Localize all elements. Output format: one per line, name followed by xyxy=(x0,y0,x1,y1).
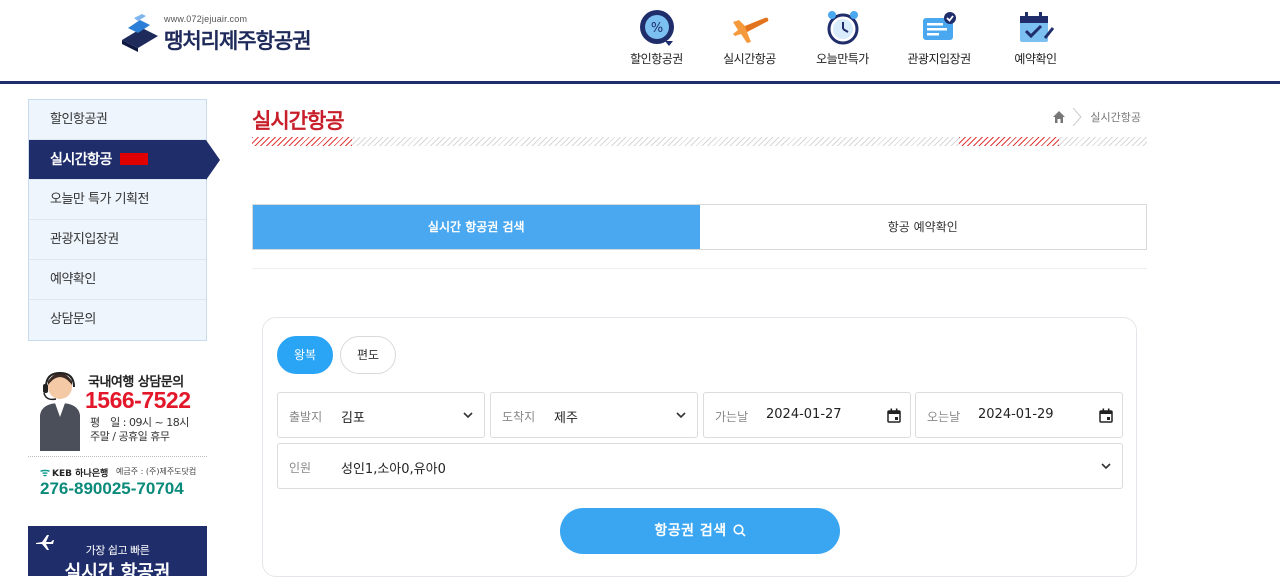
sidebar-item-todayspecial[interactable]: 오늘만 특가 기획전 xyxy=(29,180,206,220)
site-logo[interactable]: www.072jejuair.com 땡처리제주항공권 xyxy=(120,12,340,56)
promo-headline: 실시간 항공권 xyxy=(64,562,171,576)
call-agent-icon xyxy=(40,371,80,451)
tab-reservation-check[interactable]: 항공 예약확인 xyxy=(699,205,1146,249)
search-icon xyxy=(733,524,746,537)
sidebar-item-consult[interactable]: 상담문의 xyxy=(29,300,206,340)
divider-accent-right xyxy=(959,137,1059,146)
topnav-item-todayspecial[interactable]: 오늘만특가 xyxy=(796,6,889,72)
sidebar-menu: 할인항공권 실시간항공 오늘만 특가 기획전 관광지입장권 예약확인 상담문의 xyxy=(28,99,220,341)
flight-search-form: 왕복 편도 출발지 김포 도착지 제주 가는날 2024-01-27 오는날 2… xyxy=(262,317,1137,577)
topnav-label: 관광지입장권 xyxy=(907,52,971,66)
sidebar-item-label: 예약확인 xyxy=(50,272,96,287)
topnav-label: 실시간항공 xyxy=(723,52,776,66)
topnav-item-attraction[interactable]: 관광지입장권 xyxy=(889,6,989,72)
departure-select[interactable]: 출발지 김포 xyxy=(277,392,485,438)
alarm-clock-icon xyxy=(827,11,858,45)
topnav-label: 오늘만특가 xyxy=(816,52,869,66)
bank-account-number: 276-890025-70704 xyxy=(40,479,184,498)
chevron-down-icon xyxy=(1101,463,1111,470)
departure-label: 출발지 xyxy=(289,410,323,424)
site-header: www.072jejuair.com 땡처리제주항공권 % 할인항공권 실시간항… xyxy=(0,0,1280,84)
passenger-select[interactable]: 인원 성인1,소아0,유아0 xyxy=(277,443,1123,489)
topnav-item-discount[interactable]: % 할인항공권 xyxy=(610,6,703,72)
chevron-right-icon xyxy=(1073,108,1083,126)
new-flag-badge xyxy=(119,153,148,165)
promo-banner[interactable]: 가장 쉽고 빠른 실시간 항공권 xyxy=(28,526,207,576)
svg-text:%: % xyxy=(650,21,662,36)
return-date-value: 2024-01-29 xyxy=(978,407,1054,422)
logo-text: 땡처리제주항공권 xyxy=(164,29,312,53)
departure-date-field[interactable]: 가는날 2024-01-27 xyxy=(703,392,911,438)
tabs-divider xyxy=(252,268,1147,269)
topnav-label: 할인항공권 xyxy=(630,52,683,66)
cs-hours-weekday: 평 일 : 09시 ~ 18시 xyxy=(90,416,189,429)
sidebar-item-label: 할인항공권 xyxy=(50,112,108,127)
active-arrow-icon xyxy=(206,140,220,180)
arrival-select[interactable]: 도착지 제주 xyxy=(490,392,698,438)
home-icon[interactable] xyxy=(1052,110,1066,124)
search-button-label: 항공권 검색 xyxy=(654,523,727,539)
trip-type-toggle: 왕복 편도 xyxy=(277,336,403,374)
hana-bank-logo-icon: ᯤ xyxy=(40,466,51,479)
return-date-label: 오는날 xyxy=(927,410,961,424)
title-divider xyxy=(252,137,1147,146)
sidebar-item-label: 관광지입장권 xyxy=(50,232,119,247)
one-way-button[interactable]: 편도 xyxy=(340,336,396,374)
arrival-value: 제주 xyxy=(554,411,578,426)
logo-url: www.072jejuair.com xyxy=(164,14,248,24)
sidebar-item-discount[interactable]: 할인항공권 xyxy=(29,100,206,140)
promo-text: 가장 쉽고 빠른 xyxy=(85,544,150,557)
customer-service-box: 국내여행 상담문의 1566-7522 평 일 : 09시 ~ 18시 주말 /… xyxy=(28,367,207,457)
airplane-icon xyxy=(732,17,768,43)
discount-icon: % xyxy=(639,10,674,46)
top-navigation: % 할인항공권 실시간항공 오늘만특가 관광지입장권 예약확인 xyxy=(610,6,1082,72)
search-tabs: 실시간 항공권 검색 항공 예약확인 xyxy=(252,204,1147,250)
bank-account-box: ᯤ KEB 하나은행 예금주 : (주)제주도닷컴 276-890025-7070… xyxy=(28,456,207,502)
chevron-down-icon xyxy=(463,412,473,419)
topnav-item-realtime[interactable]: 실시간항공 xyxy=(703,6,796,72)
sidebar-item-attraction[interactable]: 관광지입장권 xyxy=(29,220,206,260)
departure-value: 김포 xyxy=(341,411,365,426)
cs-hours-weekend: 주말 / 공휴일 휴무 xyxy=(90,430,170,443)
return-date-field[interactable]: 오는날 2024-01-29 xyxy=(915,392,1123,438)
sidebar-item-realtime[interactable]: 실시간항공 xyxy=(29,140,220,180)
cs-phone-number[interactable]: 1566-7522 xyxy=(85,387,191,414)
calendar-icon[interactable] xyxy=(887,408,901,423)
bank-holder: 예금주 : (주)제주도닷컴 xyxy=(116,467,197,476)
breadcrumb-current: 실시간항공 xyxy=(1090,111,1141,124)
topnav-item-reservation[interactable]: 예약확인 xyxy=(989,6,1082,72)
calendar-icon[interactable] xyxy=(1099,408,1113,423)
chevron-down-icon xyxy=(676,412,686,419)
sidebar-item-label: 실시간항공 xyxy=(50,152,112,168)
divider-accent-left xyxy=(252,137,352,146)
bank-name: ᯤ KEB 하나은행 xyxy=(40,465,108,480)
sidebar-item-label: 상담문의 xyxy=(50,312,96,327)
cs-hours: 평 일 : 09시 ~ 18시 주말 / 공휴일 휴무 xyxy=(90,416,189,444)
arrival-label: 도착지 xyxy=(502,410,536,424)
sidebar-item-reservation[interactable]: 예약확인 xyxy=(29,260,206,300)
passenger-value: 성인1,소아0,유아0 xyxy=(341,462,446,477)
sidebar-item-label: 오늘만 특가 기획전 xyxy=(50,192,149,207)
departure-date-label: 가는날 xyxy=(715,410,749,424)
bank-name-text: KEB 하나은행 xyxy=(52,469,109,479)
page-title: 실시간항공 xyxy=(252,109,345,133)
topnav-label: 예약확인 xyxy=(1014,52,1057,66)
departure-date-value: 2024-01-27 xyxy=(766,407,842,422)
passenger-label: 인원 xyxy=(289,461,312,475)
sidebar: 할인항공권 실시간항공 오늘만 특가 기획전 관광지입장권 예약확인 상담문의 xyxy=(28,99,220,576)
round-trip-button[interactable]: 왕복 xyxy=(277,336,333,374)
logo-mark-icon xyxy=(122,14,158,52)
flight-search-button[interactable]: 항공권 검색 xyxy=(560,508,840,554)
tab-realtime-search[interactable]: 실시간 항공권 검색 xyxy=(253,205,700,249)
ticket-icon xyxy=(923,12,956,40)
breadcrumb: 실시간항공 xyxy=(1052,108,1141,126)
calendar-check-icon xyxy=(1019,12,1054,42)
